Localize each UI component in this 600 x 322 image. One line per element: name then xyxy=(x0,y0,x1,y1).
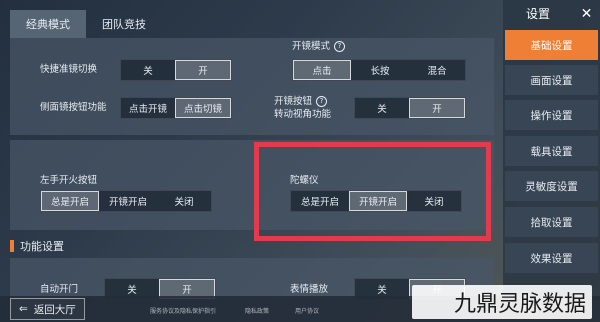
tab-classic[interactable]: 经典模式 xyxy=(10,10,86,38)
watermark: 九鼎灵脉数据 xyxy=(412,285,592,319)
sidebar-item-pickup[interactable]: 拾取设置 xyxy=(505,207,598,237)
gyro-highlight-box xyxy=(254,142,491,241)
left-fire-label: 左手开火按钮 xyxy=(40,175,98,186)
left-fire-always[interactable]: 总是开启 xyxy=(41,191,99,211)
mode-tabs: 经典模式 团队竞技 xyxy=(10,10,496,38)
left-fire-selector: 总是开启 开镜开启 关闭 xyxy=(40,190,212,212)
left-fire-scoped[interactable]: 开镜开启 xyxy=(99,191,157,211)
scope-turn-line1: 开镜按钮? xyxy=(274,95,331,108)
settings-title: 设置 xyxy=(525,7,550,21)
privacy-policy-link[interactable]: 隐私政策 xyxy=(245,306,269,315)
side-scope-open[interactable]: 点击开镜 xyxy=(121,98,175,118)
scope-mode-hold[interactable]: 长按 xyxy=(351,60,409,80)
scope-turn-on[interactable]: 开 xyxy=(409,98,465,118)
sidebar-item-effects[interactable]: 效果设置 xyxy=(505,243,598,273)
help-icon[interactable]: ? xyxy=(316,96,328,107)
section-title: 功能设置 xyxy=(20,240,64,253)
quick-scope-on[interactable]: 开 xyxy=(175,60,231,80)
user-agreement-link[interactable]: 用户协议 xyxy=(295,306,319,315)
emote-label: 表情播放 xyxy=(290,284,329,295)
quick-scope-label: 快捷准镜切换 xyxy=(40,64,98,75)
tab-team-deathmatch[interactable]: 团队竞技 xyxy=(86,10,162,38)
scope-turn-toggle: 关 开 xyxy=(354,97,466,119)
sidebar-item-vehicle[interactable]: 载具设置 xyxy=(505,136,598,166)
sidebar-item-graphics[interactable]: 画面设置 xyxy=(505,65,598,95)
side-scope-switch[interactable]: 点击切镜 xyxy=(175,98,231,118)
sidebar-item-controls[interactable]: 操作设置 xyxy=(505,100,598,130)
scope-mode-selector: 点击 长按 混合 xyxy=(292,59,466,81)
left-fire-off[interactable]: 关闭 xyxy=(157,191,211,211)
help-icon[interactable]: ? xyxy=(334,41,346,52)
scope-mode-mixed[interactable]: 混合 xyxy=(409,60,465,80)
scope-settings-panel xyxy=(10,38,494,135)
sidebar-item-sensitivity[interactable]: 灵敏度设置 xyxy=(505,171,598,201)
scope-mode-text: 开镜模式 xyxy=(292,41,331,52)
section-accent-bar xyxy=(10,240,14,252)
back-to-lobby-button[interactable]: ⇐ 返回大厅 xyxy=(10,298,85,320)
auto-door-label: 自动开门 xyxy=(40,284,79,295)
close-icon[interactable]: ✕ xyxy=(573,6,600,22)
scope-turn-line2: 转动视角功能 xyxy=(274,109,332,120)
sidebar-header: 设置 ✕ xyxy=(503,0,600,27)
section-header: 功能设置 xyxy=(10,238,64,254)
back-label: 返回大厅 xyxy=(33,303,76,316)
back-arrow-icon: ⇐ xyxy=(19,303,28,315)
quick-scope-off[interactable]: 关 xyxy=(121,60,175,80)
side-scope-label: 侧面镜按钮功能 xyxy=(40,102,107,113)
scope-turn-label: 开镜按钮? 转动视角功能 xyxy=(274,95,331,121)
scope-turn-off[interactable]: 关 xyxy=(355,98,409,118)
scope-mode-tap[interactable]: 点击 xyxy=(293,60,351,80)
quick-scope-toggle: 关 开 xyxy=(120,59,232,81)
service-agreement-link[interactable]: 服务协议及隐私保护指引 xyxy=(150,306,216,315)
scope-mode-label: 开镜模式? xyxy=(292,40,346,53)
side-scope-selector: 点击开镜 点击切镜 xyxy=(120,97,232,119)
sidebar-item-basic[interactable]: 基础设置 xyxy=(505,30,598,60)
